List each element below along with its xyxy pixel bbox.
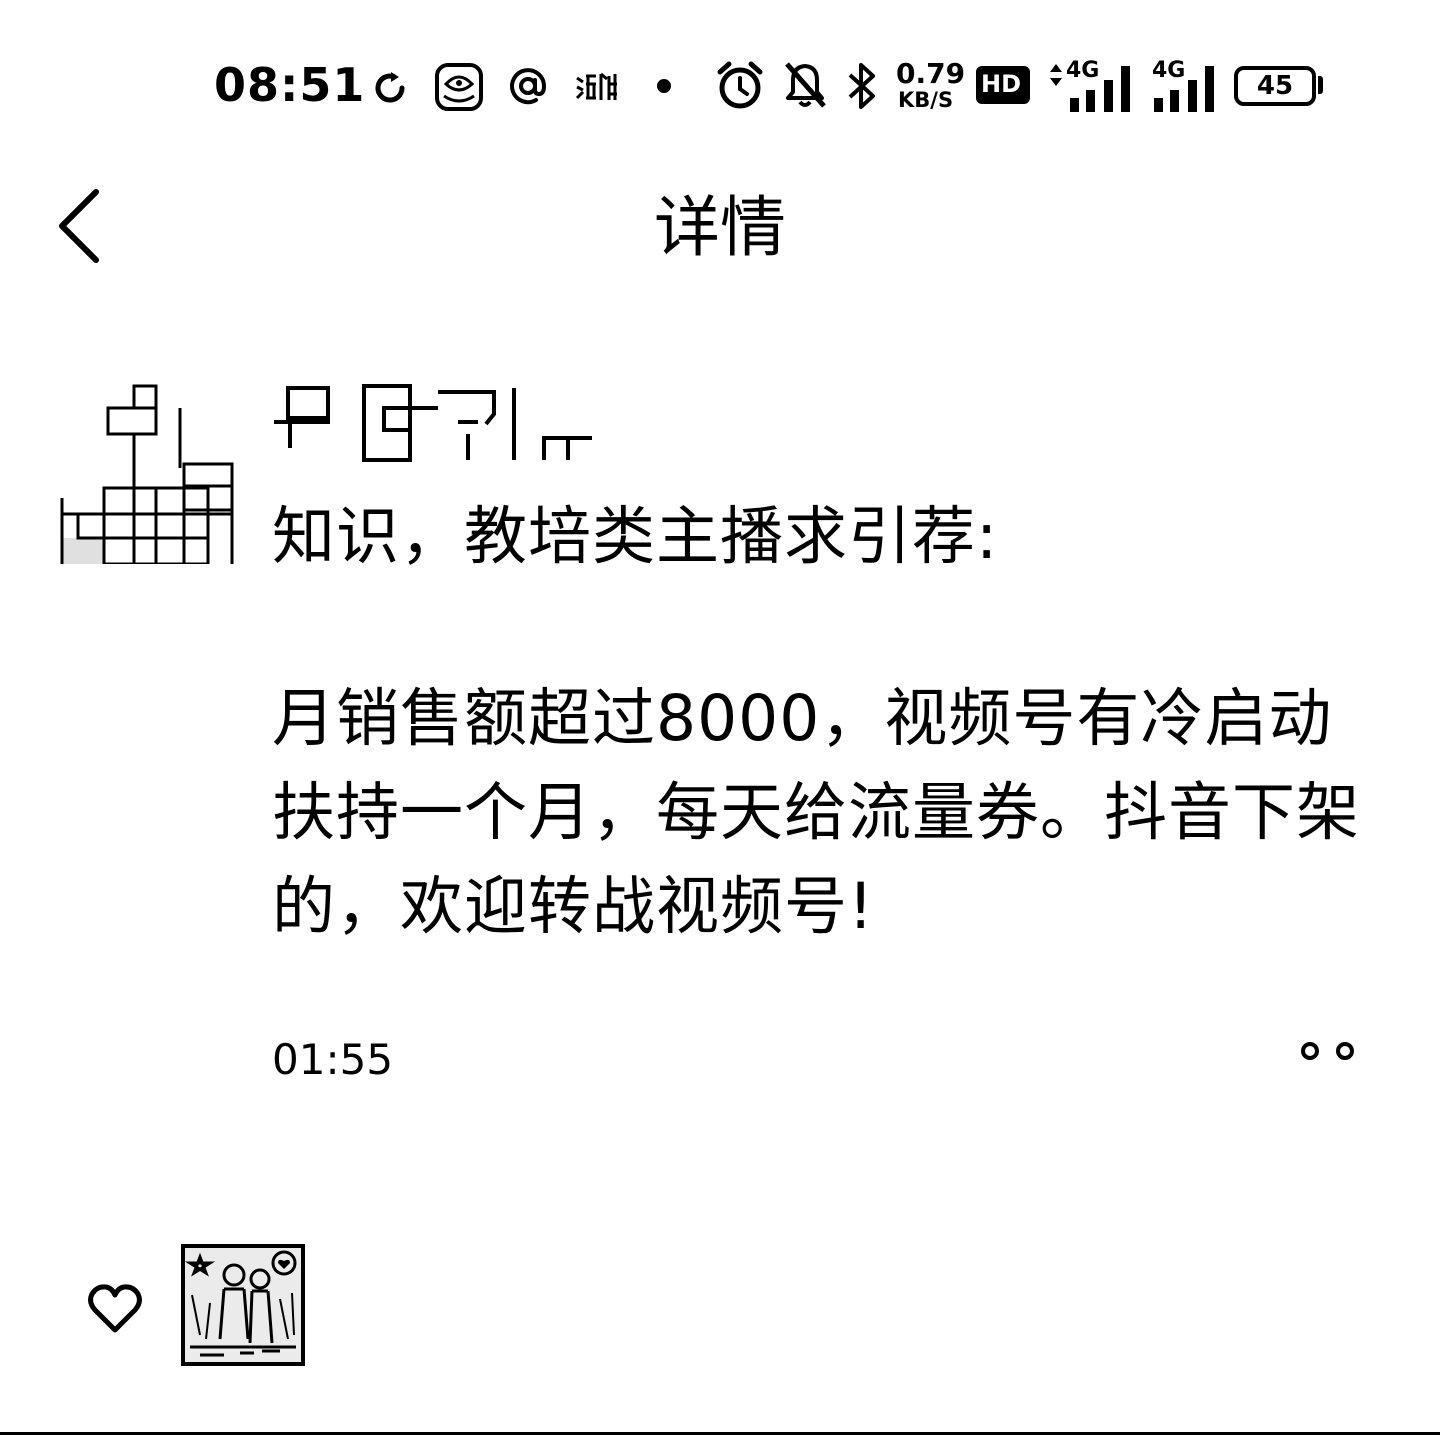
more-button[interactable]	[1294, 1034, 1364, 1068]
dot-icon	[657, 79, 671, 93]
signal-icon	[1154, 66, 1214, 112]
page-title: 详情	[654, 189, 786, 266]
network-speed-unit: KB/S	[898, 88, 954, 112]
hd-icon: HD	[976, 66, 1030, 104]
app-icon	[435, 63, 483, 111]
alarm-icon	[717, 61, 763, 109]
moment-detail-page: 08:51 0.79 KB/S HD 4G 4G 45 详情 知识，教培类主播求…	[0, 0, 1440, 1435]
data-arrows-icon	[1050, 64, 1062, 86]
more-dots-icon	[1301, 1042, 1354, 1060]
signal-icon	[1070, 66, 1130, 112]
pengpai-icon	[575, 72, 617, 100]
battery-tip	[1318, 76, 1323, 94]
heart-outline-icon	[88, 1284, 142, 1333]
post-time: 01:55	[272, 1035, 394, 1084]
network-speed-value: 0.79	[896, 57, 966, 90]
post-content-line: 月销售额超过8000，视频号有冷启动扶持一个月，每天给流量券。抖音下架的，欢迎转…	[272, 682, 1360, 943]
liker-avatar[interactable]	[180, 1243, 306, 1367]
post-content: 知识，教培类主播求引荐: 月销售额超过8000，视频号有冷启动扶持一个月，每天给…	[272, 490, 1392, 954]
status-bar: 08:51 0.79 KB/S HD 4G 4G 45	[0, 40, 1440, 130]
author-avatar[interactable]	[58, 378, 238, 566]
bluetooth-icon	[848, 63, 875, 109]
author-name[interactable]	[268, 378, 608, 462]
battery-icon: 45	[1234, 66, 1316, 106]
battery-level: 45	[1256, 71, 1294, 101]
post-content-line: 知识，教培类主播求引荐:	[272, 500, 999, 573]
sync-icon	[375, 72, 405, 103]
status-time: 08:51	[214, 58, 366, 112]
at-icon	[510, 68, 547, 105]
mute-icon	[785, 62, 826, 108]
